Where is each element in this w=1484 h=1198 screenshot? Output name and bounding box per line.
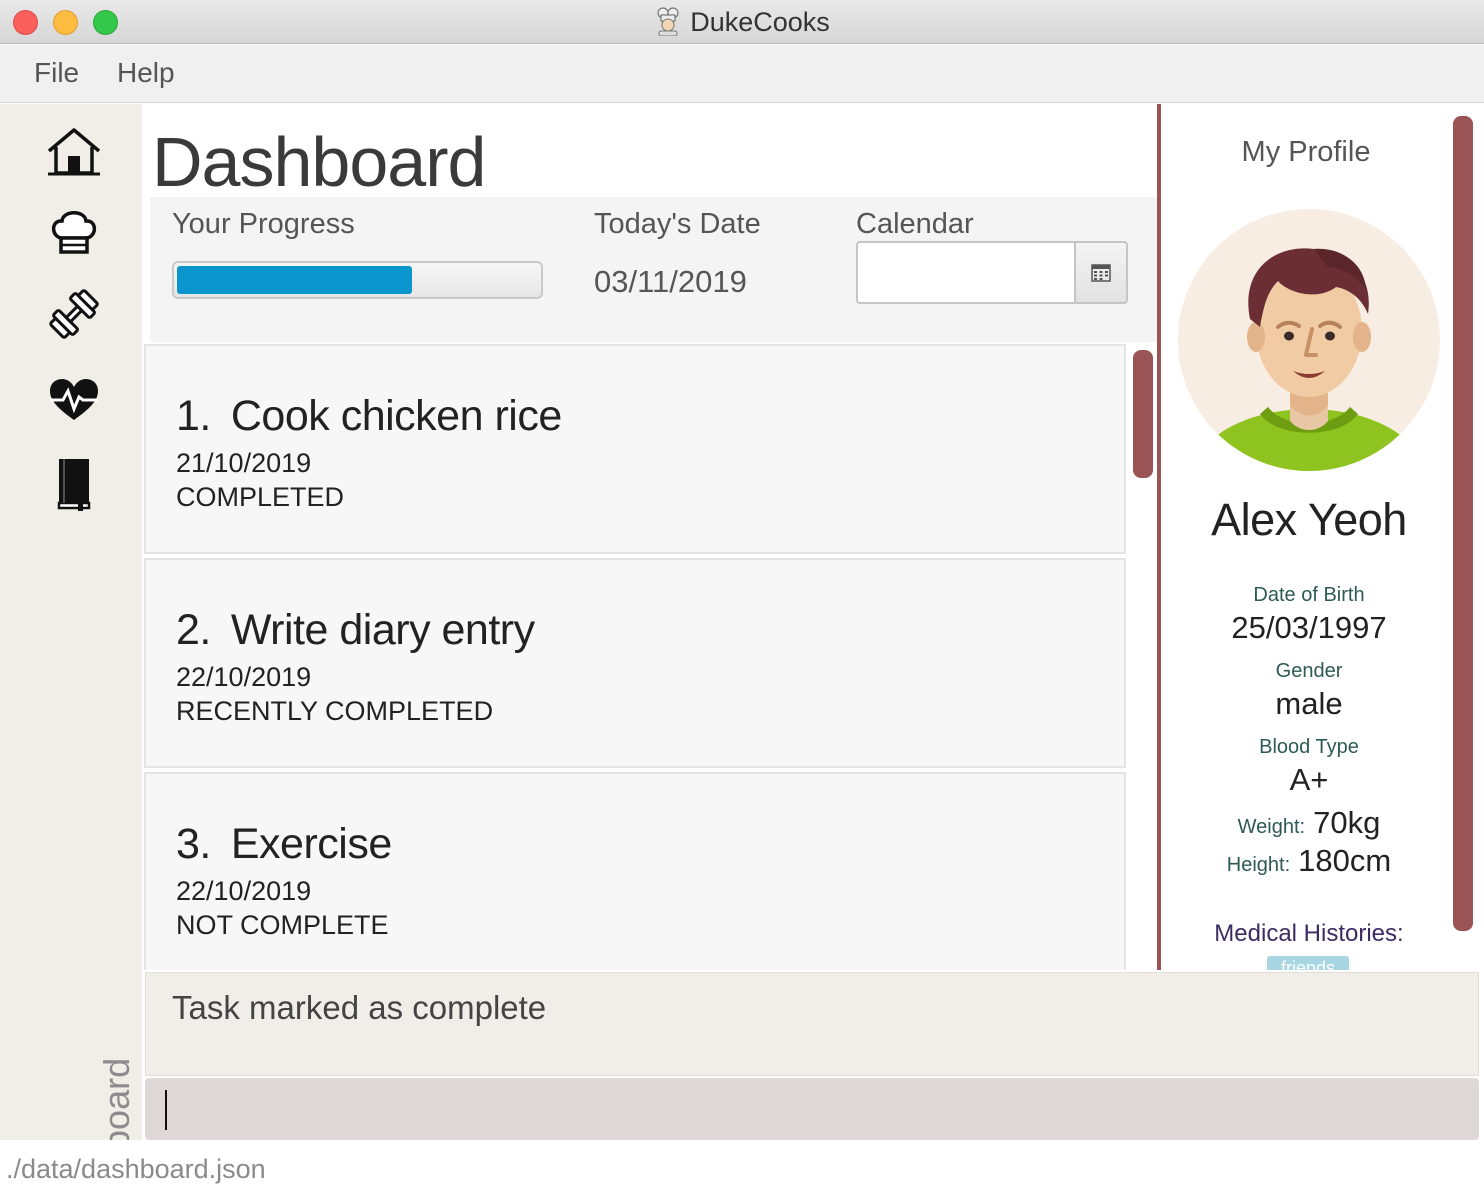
task-date: 22/10/2019 <box>176 876 312 906</box>
chef-app-icon <box>657 7 679 36</box>
weight-value: 70kg <box>1313 805 1381 840</box>
progress-label: Your Progress <box>172 208 355 240</box>
height-label: Height: <box>1226 854 1291 876</box>
profile-name: Alex Yeoh <box>1211 494 1407 545</box>
heartbeat-icon <box>50 379 98 420</box>
task-number: 3. <box>176 820 211 868</box>
result-display: Task marked as complete <box>145 972 1479 1076</box>
height-value: 180cm <box>1298 843 1392 878</box>
task-status: NOT COMPLETE <box>176 910 389 940</box>
status-bar: ./data/dashboard.json <box>0 1140 1484 1198</box>
window-title-wrap: DukeCooks <box>0 6 1484 38</box>
profile-panel: My Profile Alex Yeoh Date of Birth 25/03… <box>1157 104 1484 970</box>
calendar-button[interactable] <box>1074 241 1128 304</box>
today-date: 03/11/2019 <box>594 264 747 299</box>
sidebar-item-health[interactable] <box>44 370 104 430</box>
sidebar-item-exercise[interactable] <box>44 284 104 344</box>
task-number: 1. <box>176 392 211 440</box>
blood-type-label: Blood Type <box>1259 736 1359 758</box>
menu-help[interactable]: Help <box>117 57 175 89</box>
calendar-label: Calendar <box>856 208 974 240</box>
avatar-image <box>1197 248 1421 471</box>
dob-label: Date of Birth <box>1253 584 1365 606</box>
task-status: RECENTLY COMPLETED <box>176 696 494 726</box>
progress-bar-fill <box>177 266 412 294</box>
dumbbell-icon <box>49 289 99 339</box>
task-name: Write diary entry <box>230 606 535 654</box>
page-title: Dashboard <box>152 123 486 201</box>
avatar <box>1178 209 1440 471</box>
task-name: Exercise <box>230 820 392 868</box>
task-card[interactable]: 3. Exercise 22/10/2019 NOT COMPLETE <box>144 772 1126 970</box>
chef-hat-icon <box>51 211 97 254</box>
dob-value: 25/03/1997 <box>1231 610 1387 645</box>
text-caret <box>165 1090 167 1130</box>
calendar-input[interactable] <box>856 241 1075 304</box>
main-panel: Dashboard Your Progress Today's Date 03/… <box>142 104 1158 970</box>
sidebar-item-home[interactable] <box>44 122 104 182</box>
gender-value: male <box>1275 686 1343 721</box>
medical-histories-label: Medical Histories: <box>1214 920 1404 947</box>
sidebar-item-diary[interactable] <box>44 452 104 512</box>
profile-scrollbar[interactable] <box>1453 116 1473 931</box>
menu-file[interactable]: File <box>34 57 79 89</box>
weight-row: Weight: 70kg <box>1161 805 1457 841</box>
command-input[interactable] <box>145 1078 1479 1140</box>
task-list-scrollbar[interactable] <box>1133 350 1153 478</box>
task-list[interactable]: 1. Cook chicken rice 21/10/2019 COMPLETED… <box>142 342 1158 970</box>
gender-label: Gender <box>1275 660 1343 682</box>
title-bar: DukeCooks <box>0 0 1484 44</box>
menu-bar: File Help <box>0 45 1484 103</box>
blood-type-value: A+ <box>1289 762 1329 797</box>
window-title: DukeCooks <box>690 7 830 37</box>
task-title: 3. Exercise <box>176 820 392 869</box>
today-label: Today's Date <box>594 208 761 240</box>
task-date: 21/10/2019 <box>176 448 312 478</box>
task-title: 2. Write diary entry <box>176 606 535 655</box>
sidebar-item-recipes[interactable] <box>44 202 104 262</box>
task-title: 1. Cook chicken rice <box>176 392 562 441</box>
task-number: 2. <box>176 606 211 654</box>
home-icon <box>47 128 101 176</box>
result-text: Task marked as complete <box>172 989 547 1026</box>
sidebar: Dashboard <box>0 104 142 1198</box>
task-date: 22/10/2019 <box>176 662 312 692</box>
calendar-icon <box>1091 263 1111 282</box>
status-file-path: ./data/dashboard.json <box>6 1154 266 1184</box>
task-card[interactable]: 1. Cook chicken rice 21/10/2019 COMPLETED <box>144 344 1126 554</box>
medical-history-tag: friends <box>1267 956 1349 970</box>
task-status: COMPLETED <box>176 482 345 512</box>
book-icon <box>57 459 91 511</box>
profile-header: My Profile <box>1241 136 1371 168</box>
height-row: Height: 180cm <box>1161 843 1457 879</box>
task-card[interactable]: 2. Write diary entry 22/10/2019 RECENTLY … <box>144 558 1126 768</box>
app-window: DukeCooks File Help Dashboard Dashboard … <box>0 0 1484 1198</box>
task-name: Cook chicken rice <box>230 392 562 440</box>
progress-bar <box>172 261 543 299</box>
weight-label: Weight: <box>1237 816 1306 838</box>
